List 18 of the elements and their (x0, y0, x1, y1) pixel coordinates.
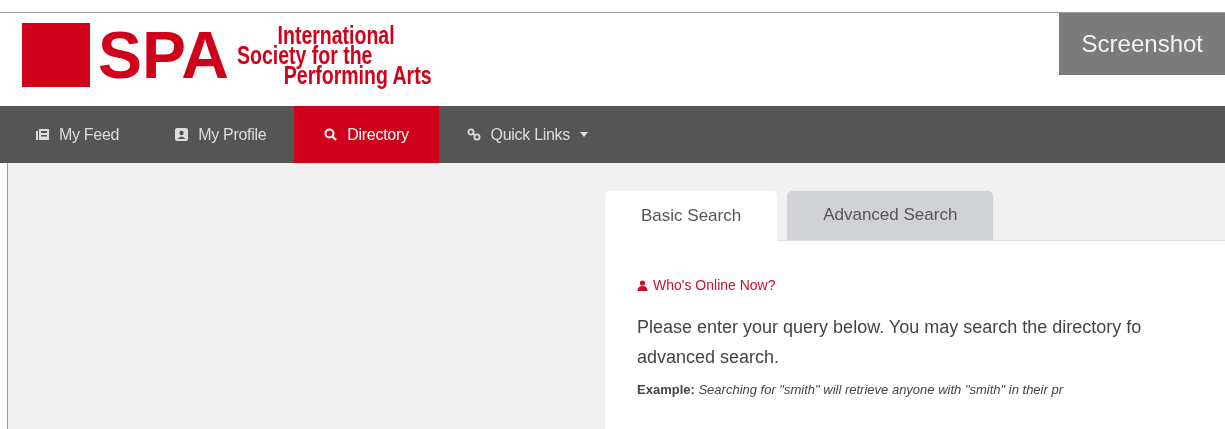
search-tab[interactable]: Basic Search (605, 191, 778, 241)
screenshot-label: Screenshot (1058, 13, 1225, 75)
search-icon (324, 128, 338, 141)
intro-text: Please enter your query below. You may search the directory fo advanced search. (637, 315, 1143, 369)
whos-online-link[interactable]: Who's Online Now? (637, 277, 776, 293)
nav-item[interactable]: Quick Links (438, 106, 616, 163)
link-icon (466, 128, 481, 141)
search-tab[interactable]: Advanced Search (787, 191, 994, 240)
logo-block (22, 23, 90, 87)
person-icon (637, 279, 648, 291)
logo-text: International (276, 25, 396, 45)
nav-item[interactable]: Directory (294, 106, 439, 163)
profile-icon (175, 128, 189, 141)
example-text: Example: Searching for "smith" will retrieve anyone with "smith" in their pr (637, 381, 1065, 397)
nav-item[interactable]: My Feed (8, 106, 148, 163)
newspaper-icon (36, 128, 49, 141)
logo-letters: SPA (98, 22, 229, 88)
nav-item[interactable]: My Profile (147, 106, 295, 163)
